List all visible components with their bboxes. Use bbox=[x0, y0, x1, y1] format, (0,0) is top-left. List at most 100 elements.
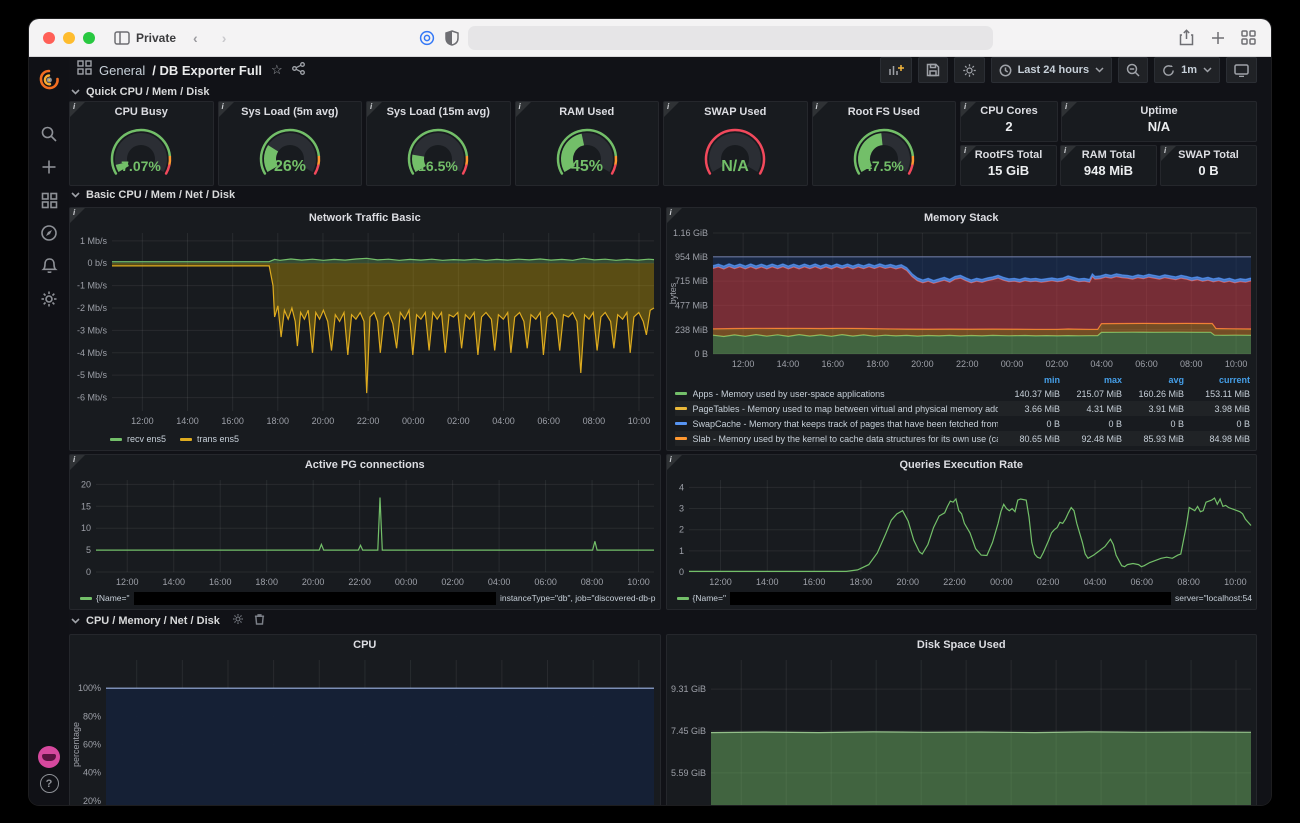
refresh-picker[interactable]: 1m bbox=[1154, 57, 1220, 83]
dashboards-icon[interactable] bbox=[36, 187, 62, 213]
zoom-window-button[interactable] bbox=[83, 32, 95, 44]
kiosk-mode-button[interactable] bbox=[1226, 57, 1257, 83]
panel-info-icon[interactable]: i bbox=[219, 102, 234, 117]
svg-text:26%: 26% bbox=[274, 158, 306, 175]
panel-info-icon[interactable]: i bbox=[70, 102, 85, 117]
redaction-bar bbox=[134, 592, 496, 605]
dashboard-settings-button[interactable] bbox=[954, 57, 985, 83]
row-settings-gear-icon[interactable] bbox=[232, 613, 244, 628]
svg-text:0: 0 bbox=[86, 567, 91, 577]
panel-info-icon[interactable]: i bbox=[1062, 102, 1077, 117]
panel-sys-load-15m: i Sys Load (15m avg) 16.5% bbox=[366, 101, 511, 186]
panel-info-icon[interactable]: i bbox=[664, 102, 679, 117]
create-icon[interactable] bbox=[36, 154, 62, 180]
svg-text:02:00: 02:00 bbox=[447, 416, 470, 426]
pg-connections-chart[interactable]: 2015105012:0014:0016:0018:0020:0022:0000… bbox=[70, 474, 660, 589]
breadcrumb: General / DB Exporter Full ☆ bbox=[77, 60, 305, 80]
svg-text:4: 4 bbox=[678, 482, 683, 492]
forward-button[interactable]: › bbox=[215, 30, 234, 46]
panel-info-icon[interactable]: i bbox=[961, 146, 976, 161]
ram-used-gauge: 45% bbox=[516, 121, 659, 185]
svg-text:04:00: 04:00 bbox=[1083, 577, 1106, 587]
row-delete-trash-icon[interactable] bbox=[254, 613, 265, 628]
page: Private ‹ › bbox=[0, 0, 1300, 823]
svg-text:04:00: 04:00 bbox=[1090, 359, 1113, 369]
panel-sys-load-5m: i Sys Load (5m avg) 26% bbox=[218, 101, 363, 186]
panel-info-icon[interactable]: i bbox=[70, 455, 85, 470]
browser-window: Private ‹ › bbox=[28, 18, 1272, 806]
explore-compass-icon[interactable] bbox=[36, 220, 62, 246]
panel-info-icon[interactable]: i bbox=[1061, 146, 1076, 161]
tab-overview-icon[interactable] bbox=[1240, 29, 1257, 46]
panel-swap-total: i SWAP Total 0 B bbox=[1160, 145, 1257, 186]
row-basic-cpu[interactable]: Basic CPU / Mem / Net / Disk bbox=[71, 189, 1257, 201]
svg-text:15: 15 bbox=[81, 501, 91, 511]
share-dashboard-icon[interactable] bbox=[292, 62, 305, 78]
disk-space-chart[interactable]: 9.31 GiB7.45 GiB5.59 GiB bbox=[667, 654, 1257, 806]
svg-text:14:00: 14:00 bbox=[756, 577, 779, 587]
legend-recv-ens5[interactable]: recv ens5 bbox=[110, 434, 166, 444]
panel-info-icon[interactable]: i bbox=[367, 102, 382, 117]
user-avatar[interactable] bbox=[38, 746, 60, 768]
memory-stack-chart[interactable]: 1.16 GiB954 MiB715 MiB477 MiB238 MiB0 B1… bbox=[667, 227, 1257, 371]
svg-text:-1 Mb/s: -1 Mb/s bbox=[77, 281, 108, 291]
legend-apps[interactable]: Apps - Memory used by user-space applica… bbox=[675, 386, 1251, 401]
svg-text:7.07%: 7.07% bbox=[121, 158, 161, 174]
svg-text:06:00: 06:00 bbox=[1135, 359, 1158, 369]
svg-text:1.16 GiB: 1.16 GiB bbox=[672, 228, 707, 238]
redaction-bar bbox=[730, 592, 1171, 605]
legend-swapcache[interactable]: SwapCache - Memory that keeps track of p… bbox=[675, 416, 1251, 431]
window-controls bbox=[43, 32, 95, 44]
panel-info-icon[interactable]: i bbox=[516, 102, 531, 117]
svg-text:40%: 40% bbox=[83, 768, 101, 778]
dashboard-title[interactable]: / DB Exporter Full bbox=[152, 63, 262, 78]
svg-text:7.45 GiB: 7.45 GiB bbox=[670, 726, 705, 736]
row-cpu-memory-net-disk[interactable]: CPU / Memory / Net / Disk bbox=[71, 613, 1257, 628]
queries-rate-chart[interactable]: 4321012:0014:0016:0018:0020:0022:0000:00… bbox=[667, 474, 1257, 589]
address-bar[interactable] bbox=[468, 26, 993, 50]
back-button[interactable]: ‹ bbox=[186, 30, 205, 46]
help-icon[interactable]: ? bbox=[40, 774, 59, 793]
extension-badge-icon[interactable] bbox=[418, 29, 435, 46]
configuration-gear-icon[interactable] bbox=[36, 286, 62, 312]
legend-slab[interactable]: Slab - Memory used by the kernel to cach… bbox=[675, 431, 1251, 446]
panel-info-icon[interactable]: i bbox=[667, 455, 682, 470]
svg-text:00:00: 00:00 bbox=[990, 577, 1013, 587]
panel-info-icon[interactable]: i bbox=[667, 208, 682, 223]
svg-text:00:00: 00:00 bbox=[1000, 359, 1023, 369]
panel-info-icon[interactable]: i bbox=[961, 102, 976, 117]
panel-cpu-cores: i CPU Cores 2 bbox=[960, 101, 1058, 142]
svg-text:1: 1 bbox=[678, 546, 683, 556]
close-window-button[interactable] bbox=[43, 32, 55, 44]
queries-legend[interactable]: {Name=" server="localhost:54 bbox=[667, 589, 1257, 609]
zoom-out-time-button[interactable] bbox=[1118, 57, 1148, 83]
cpu-chart[interactable]: 100%80%60%40%20%0%percentage bbox=[70, 654, 660, 806]
svg-text:N/A: N/A bbox=[721, 158, 749, 175]
add-panel-button[interactable] bbox=[880, 57, 912, 83]
panel-uptime: i Uptime N/A bbox=[1061, 101, 1257, 142]
pg-legend[interactable]: {Name=" instanceType="db", job="discover… bbox=[70, 589, 660, 609]
network-traffic-chart[interactable]: 1 Mb/s0 b/s-1 Mb/s-2 Mb/s-3 Mb/s-4 Mb/s-… bbox=[70, 227, 660, 428]
panel-ram-used: i RAM Used 45% bbox=[515, 101, 660, 186]
panel-info-icon[interactable]: i bbox=[70, 208, 85, 223]
svg-text:14:00: 14:00 bbox=[776, 359, 799, 369]
star-icon[interactable]: ☆ bbox=[271, 62, 283, 78]
grafana-logo[interactable] bbox=[36, 67, 62, 93]
breadcrumb-folder[interactable]: General bbox=[99, 63, 145, 78]
panel-info-icon[interactable]: i bbox=[1161, 146, 1176, 161]
search-icon[interactable] bbox=[36, 121, 62, 147]
panel-info-icon[interactable]: i bbox=[813, 102, 828, 117]
minimize-window-button[interactable] bbox=[63, 32, 75, 44]
legend-trans-ens5[interactable]: trans ens5 bbox=[180, 434, 239, 444]
alerting-bell-icon[interactable] bbox=[36, 253, 62, 279]
svg-text:16:00: 16:00 bbox=[221, 416, 244, 426]
save-dashboard-button[interactable] bbox=[918, 57, 948, 83]
share-icon[interactable] bbox=[1178, 29, 1195, 46]
shield-icon[interactable] bbox=[443, 29, 460, 46]
new-tab-icon[interactable] bbox=[1209, 29, 1226, 46]
row-quick-cpu[interactable]: Quick CPU / Mem / Disk bbox=[71, 86, 1257, 98]
time-range-picker[interactable]: Last 24 hours bbox=[991, 57, 1113, 83]
legend-pagetables[interactable]: PageTables - Memory used to map between … bbox=[675, 401, 1251, 416]
sidebar-toggle-icon[interactable] bbox=[113, 29, 130, 46]
svg-text:20: 20 bbox=[81, 479, 91, 489]
